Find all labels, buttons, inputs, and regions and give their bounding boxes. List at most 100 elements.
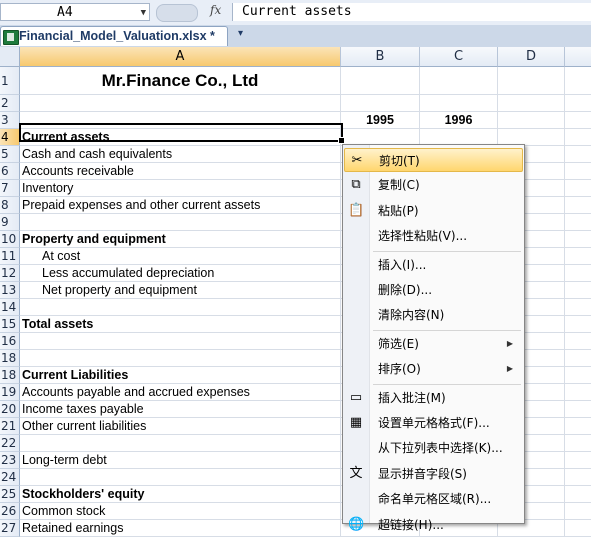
cell-a[interactable]: Stockholders' equity <box>20 486 341 503</box>
menu-item[interactable]: ▭ 插入批注(M) <box>344 386 523 410</box>
row-header[interactable]: 23 <box>0 452 20 469</box>
cell-e[interactable] <box>565 452 591 469</box>
menu-item[interactable]: 选择性粘贴(V)... <box>344 224 523 248</box>
cell-a[interactable]: Less accumulated depreciation <box>20 265 341 282</box>
cell-a[interactable]: Long-term debt <box>20 452 341 469</box>
row-header[interactable]: 21 <box>0 418 20 435</box>
cell-a[interactable] <box>20 469 341 486</box>
cell-e[interactable] <box>565 265 591 282</box>
menu-item[interactable]: 🌐 超链接(H)... <box>344 513 523 537</box>
row-header[interactable]: 4 <box>0 129 20 146</box>
column-header-d[interactable]: D <box>498 47 565 67</box>
row-header[interactable]: 8 <box>0 197 20 214</box>
cell-a[interactable]: Other current liabilities <box>20 418 341 435</box>
row-header[interactable]: 26 <box>0 503 20 520</box>
row-header[interactable]: 7 <box>0 180 20 197</box>
row-header[interactable]: 6 <box>0 163 20 180</box>
row-header[interactable]: 19 <box>0 384 20 401</box>
workbook-tab[interactable]: Financial_Model_Valuation.xlsx * <box>0 26 228 46</box>
row-header[interactable]: 27 <box>0 520 20 537</box>
cell-a[interactable]: Mr.Finance Co., Ltd <box>20 67 341 95</box>
row-header[interactable]: 20 <box>0 401 20 418</box>
cell-e[interactable] <box>565 112 591 129</box>
cell-c[interactable] <box>420 95 498 112</box>
cell-e[interactable] <box>565 214 591 231</box>
cell-a[interactable]: Common stock <box>20 503 341 520</box>
row-header[interactable]: 15 <box>0 316 20 333</box>
cell-e[interactable] <box>565 146 591 163</box>
cell-e[interactable] <box>565 384 591 401</box>
row-header[interactable]: 18 <box>0 350 20 367</box>
menu-item[interactable]: 从下拉列表中选择(K)... <box>344 436 523 460</box>
cell-e[interactable] <box>565 299 591 316</box>
cell-e[interactable] <box>565 197 591 214</box>
menu-item[interactable]: 清除内容(N) <box>344 303 523 327</box>
cell-e[interactable] <box>565 401 591 418</box>
cell-e[interactable] <box>565 469 591 486</box>
menu-item[interactable]: 文显示拼音字段(S) <box>344 462 523 486</box>
cell-e[interactable] <box>565 486 591 503</box>
row-header[interactable]: 5 <box>0 146 20 163</box>
cell-e[interactable] <box>565 435 591 452</box>
cell-e[interactable] <box>565 95 591 112</box>
row-header[interactable]: 10 <box>0 231 20 248</box>
menu-item[interactable]: ✂ 剪切(T) <box>344 148 523 172</box>
tab-menu-icon[interactable]: ▾ <box>238 28 243 39</box>
cell-a[interactable]: Income taxes payable <box>20 401 341 418</box>
cell-e[interactable] <box>565 282 591 299</box>
cell-a[interactable]: Current Liabilities <box>20 367 341 384</box>
cell-a[interactable]: Net property and equipment <box>20 282 341 299</box>
cell-a[interactable]: Cash and cash equivalents <box>20 146 341 163</box>
cell-e[interactable] <box>565 350 591 367</box>
cell-d[interactable] <box>498 95 565 112</box>
row-header[interactable]: 24 <box>0 469 20 486</box>
name-box[interactable]: A4 ▼ <box>0 3 150 21</box>
column-header-e[interactable] <box>565 47 591 67</box>
cell-a[interactable] <box>20 95 341 112</box>
row-header[interactable]: 13 <box>0 282 20 299</box>
cell-e[interactable] <box>565 129 591 146</box>
formula-bar-splitter[interactable] <box>156 4 198 22</box>
cell-c[interactable]: 1996 <box>420 112 498 129</box>
row-header[interactable]: 12 <box>0 265 20 282</box>
row-header[interactable]: 2 <box>0 95 20 112</box>
chevron-down-icon[interactable]: ▼ <box>141 4 146 22</box>
cell-e[interactable] <box>565 367 591 384</box>
row-header[interactable]: 18 <box>0 367 20 384</box>
cell-e[interactable] <box>565 248 591 265</box>
menu-item[interactable]: ⧉ 复制(C) <box>344 173 523 197</box>
cell-a[interactable]: Accounts payable and accrued expenses <box>20 384 341 401</box>
row-header[interactable]: 1 <box>0 67 20 95</box>
menu-item[interactable]: 📋 粘贴(P) <box>344 199 523 223</box>
column-header-b[interactable]: B <box>341 47 420 67</box>
column-header-c[interactable]: C <box>420 47 498 67</box>
row-header[interactable]: 16 <box>0 333 20 350</box>
menu-item[interactable]: 排序(O) ▶ <box>344 357 523 381</box>
cell-a[interactable]: Retained earnings <box>20 520 341 537</box>
cell-e[interactable] <box>565 163 591 180</box>
cell-a[interactable] <box>20 333 341 350</box>
cell-a[interactable]: Prepaid expenses and other current asset… <box>20 197 341 214</box>
row-header[interactable]: 9 <box>0 214 20 231</box>
cell-e[interactable] <box>565 316 591 333</box>
cell-d[interactable] <box>498 67 565 95</box>
row-header[interactable]: 22 <box>0 435 20 452</box>
cell-a[interactable]: Inventory <box>20 180 341 197</box>
menu-item[interactable]: 删除(D)... <box>344 278 523 302</box>
cell-a[interactable] <box>20 350 341 367</box>
cell-a[interactable] <box>20 214 341 231</box>
cell-b[interactable]: 1995 <box>341 112 420 129</box>
menu-item[interactable]: ▦ 设置单元格格式(F)... <box>344 411 523 435</box>
menu-item[interactable]: 筛选(E) ▶ <box>344 332 523 356</box>
cell-e[interactable] <box>565 67 591 95</box>
cell-c[interactable] <box>420 67 498 95</box>
cell-b[interactable] <box>341 67 420 95</box>
menu-item[interactable]: 插入(I)... <box>344 253 523 277</box>
menu-item[interactable]: 命名单元格区域(R)... <box>344 487 523 511</box>
row-header[interactable]: 25 <box>0 486 20 503</box>
cell-e[interactable] <box>565 180 591 197</box>
cell-e[interactable] <box>565 503 591 520</box>
row-header[interactable]: 14 <box>0 299 20 316</box>
cell-a[interactable]: Accounts receivable <box>20 163 341 180</box>
cell-a[interactable]: At cost <box>20 248 341 265</box>
